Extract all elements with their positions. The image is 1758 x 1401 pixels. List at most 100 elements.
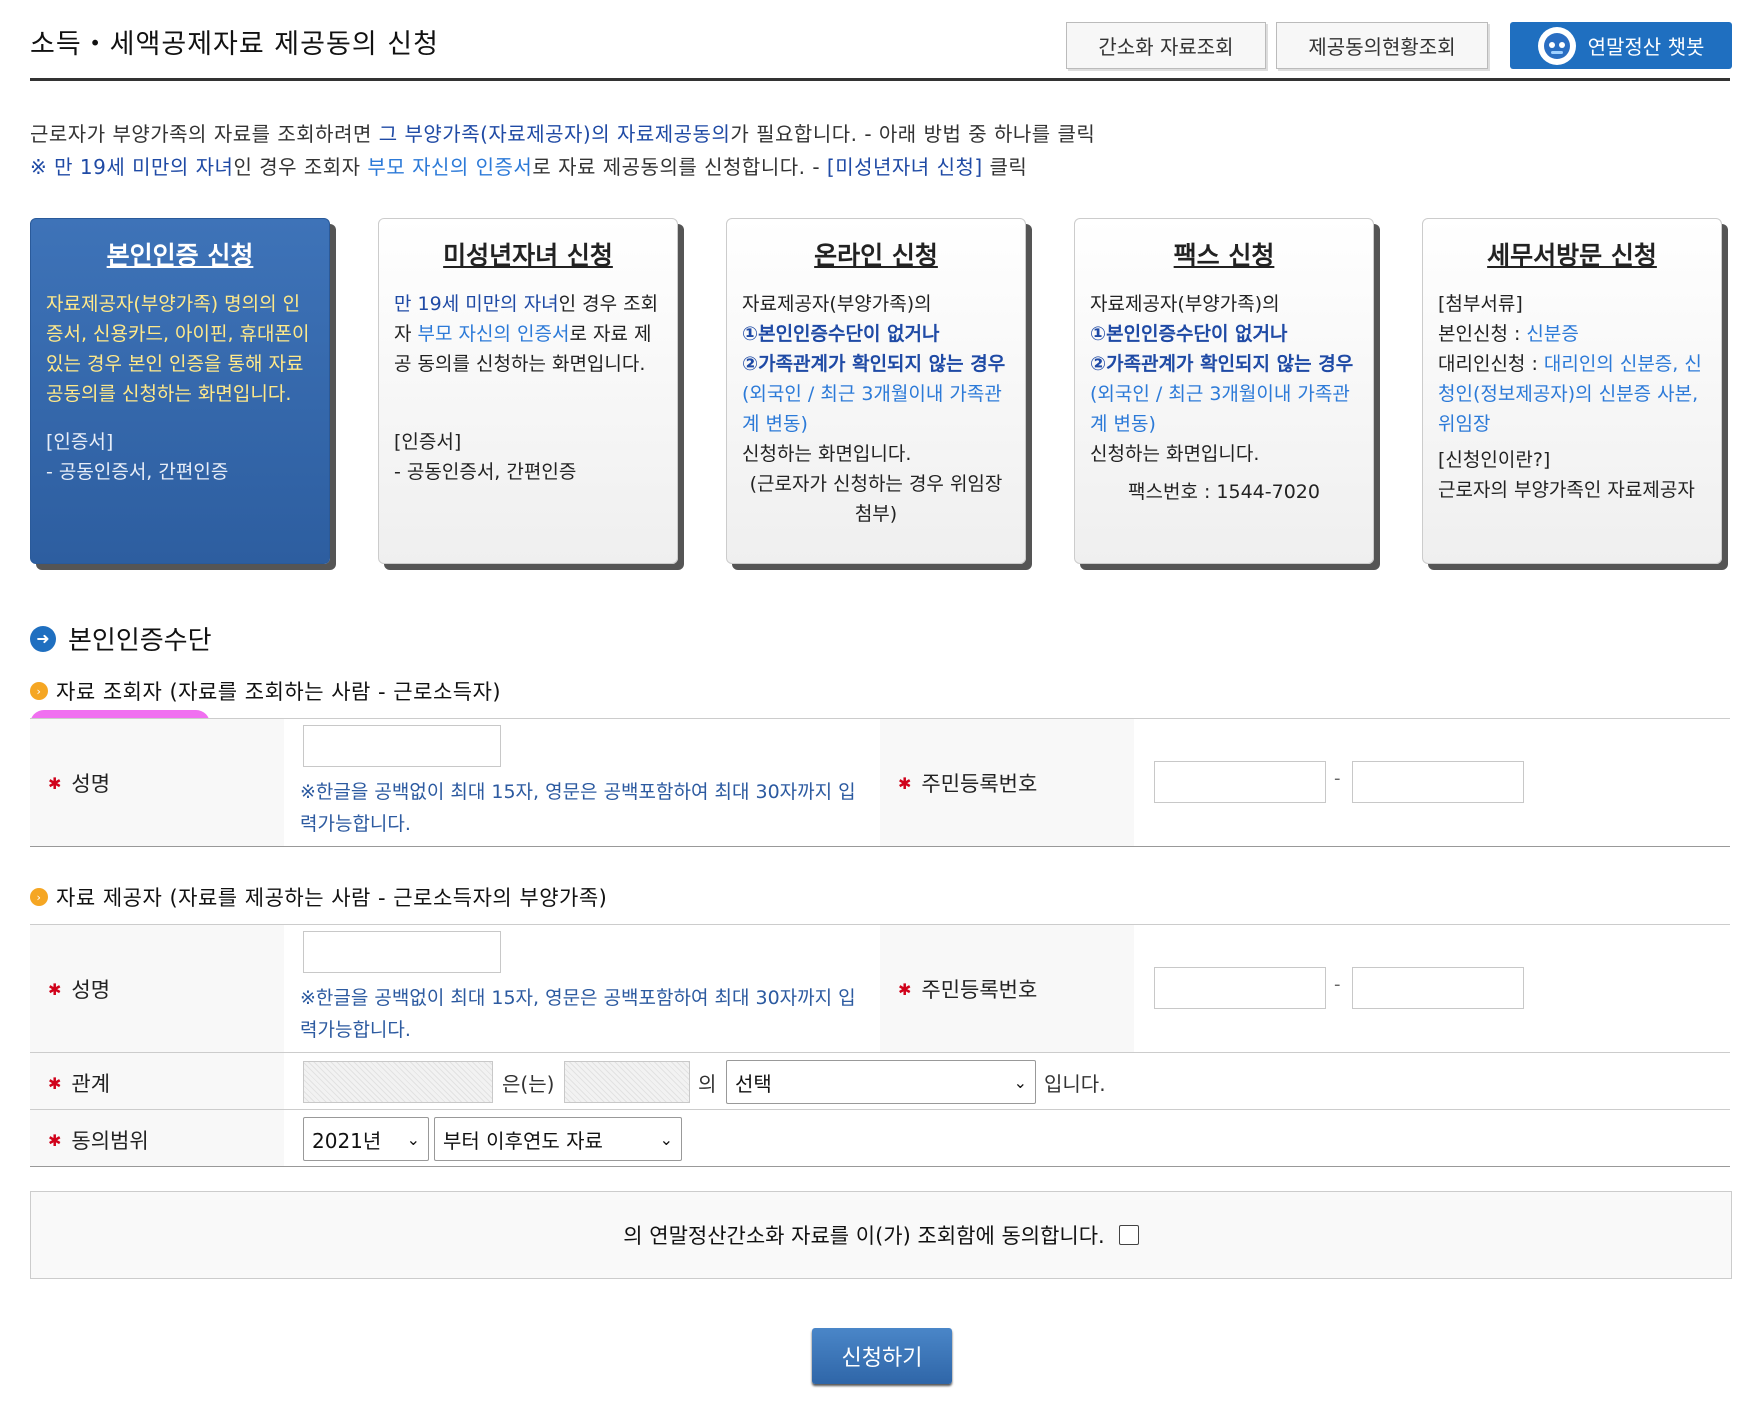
scope-range-select[interactable]: 부터 이후연도 자료 ⌄ [434,1117,682,1161]
viewer-name-note: ※한글을 공백없이 최대 15자, 영문은 공백포함하여 최대 30자까지 입력… [300,781,856,835]
card-desc-b: ①본인인증수단이 없거나 [742,323,940,345]
relation-connector-2: 의 [698,1072,717,1096]
card-title[interactable]: 미성년자녀 신청 [394,241,662,271]
required-star-icon: ✱ [48,1130,62,1150]
intro-line-2: ※ 만 19세 미만의 자녀인 경우 조회자 부모 자신의 인증서로 자료 제공… [30,151,1027,180]
chevron-down-icon: ⌄ [406,1129,420,1149]
submit-button[interactable]: 신청하기 [812,1328,952,1384]
label-text: 성명 [71,978,111,1002]
card-desc: 자료제공자(부양가족) 명의의 인증서, 신용카드, 아이핀, 휴대폰이 있는 … [46,293,310,405]
card-cert-label: [인증서] [46,431,114,453]
rrn-separator: - [1334,974,1341,995]
label-text: 주민등록번호 [921,772,1038,796]
row-divider [30,1109,1730,1110]
subtitle-text: 자료 제공자 (자료를 제공하는 사람 - 근로소득자의 부양가족) [56,886,608,910]
relation-select[interactable]: 선택 ⌄ [726,1060,1036,1104]
card-title[interactable]: 온라인 신청 [742,241,1010,271]
provider-name-note: ※한글을 공백없이 최대 15자, 영문은 공백포함하여 최대 30자까지 입력… [300,987,856,1041]
card-title[interactable]: 본인인증 신청 [46,241,314,271]
provider-rrn-front-input[interactable] [1154,967,1326,1009]
viewer-rrn-back-input[interactable] [1352,761,1524,803]
select-value: 2021년 [312,1128,382,1153]
page-title: 소득・세액공제자료 제공동의 신청 [30,29,439,60]
row-divider [30,1166,1730,1167]
viewer-rrn-front-input[interactable] [1154,761,1326,803]
intro-text: 클릭 [982,155,1028,179]
chevron-down-icon: ⌄ [1013,1072,1027,1092]
intro-line-1: 근로자가 부양가족의 자료를 조회하려면 그 부양가족(자료제공자)의 자료제공… [30,118,1095,147]
section-auth-title: ➜ 본인인증수단 [30,620,212,657]
card-desc-b: ①본인인증수단이 없거나 [1090,323,1288,345]
viewer-name-label: ✱ 성명 [48,768,110,798]
relation-end: 입니다. [1044,1072,1106,1096]
provider-rrn-label: ✱ 주민등록번호 [898,974,1037,1004]
relation-viewer-name-field [564,1061,690,1103]
card-cert-types: - 공동인증서, 간편인증 [394,461,577,483]
section-title-text: 본인인증수단 [68,626,212,656]
subtitle-text: 자료 조회자 (자료를 조회하는 사람 - 근로소득자) [56,680,502,704]
card-desc-highlight: 부모 자신의 인증서 [417,323,570,345]
viewer-name-input[interactable] [303,725,501,767]
required-star-icon: ✱ [48,773,62,793]
relation-label: ✱ 관계 [48,1068,110,1098]
arrow-circle-icon: ➜ [30,625,56,652]
viewer-rrn-label: ✱ 주민등록번호 [898,768,1037,798]
intro-text: 가 필요합니다. - 아래 방법 중 하나를 클릭 [730,122,1096,146]
card-title[interactable]: 팩스 신청 [1090,241,1358,271]
scope-label: ✱ 동의범위 [48,1125,149,1155]
card-desc-e: 신청하는 화면입니다. [742,443,912,465]
card-desc-a: 자료제공자(부양가족)의 [1090,293,1280,315]
card-cert-label: [인증서] [394,431,462,453]
card-desc-highlight: 만 19세 미만의 자녀 [394,293,559,315]
card-title[interactable]: 세무서방문 신청 [1438,241,1706,271]
agreement-checkbox[interactable] [1118,1225,1139,1245]
card-desc-e: 신청하는 화면입니다. [1090,443,1260,465]
card-desc-text: 본인신청 : [1438,323,1527,345]
required-star-icon: ✱ [898,979,912,999]
chevron-down-icon: ⌄ [659,1129,673,1149]
chatbot-icon [1537,26,1576,65]
card-desc-text: 대리인신청 : [1438,353,1544,375]
card-desc: 만 19세 미만의 자녀인 경우 조회자 부모 자신의 인증서로 자료 제공 동… [394,289,662,379]
intro-text: 로 자료 제공동의를 신청합니다. - [532,155,827,179]
card-who-label: [신청인이란?] [1438,449,1551,471]
provider-name-label: ✱ 성명 [48,974,110,1004]
card-tax-office-visit[interactable]: 세무서방문 신청 [첨부서류] 본인신청 : 신분증 대리인신청 : 대리인의 … [1422,218,1722,564]
simplified-lookup-button[interactable]: 간소화 자료조회 [1066,22,1266,69]
rrn-separator: - [1334,768,1341,789]
intro-text: 인 경우 조회자 [233,155,368,179]
agreement-box: 의 연말정산간소화 자료를 이(가) 조회함에 동의합니다. [30,1191,1732,1279]
provider-rrn-back-input[interactable] [1352,967,1524,1009]
scope-year-select[interactable]: 2021년 ⌄ [303,1117,429,1161]
label-text: 주민등록번호 [921,978,1038,1002]
card-cert-types: - 공동인증서, 간편인증 [46,461,229,483]
card-who-desc: 근로자의 부양가족인 자료제공자 [1438,479,1695,501]
provider-name-input[interactable] [303,931,501,973]
viewer-subtitle: › 자료 조회자 (자료를 조회하는 사람 - 근로소득자) [30,676,501,706]
card-self-docs: 본인신청 : 신분증 [1438,319,1706,349]
relation-connector-1: 은(는) [502,1072,555,1096]
card-online[interactable]: 온라인 신청 자료제공자(부양가족)의 ①본인인증수단이 없거나 ②가족관계가 … [726,218,1026,564]
select-value: 부터 이후연도 자료 [443,1128,603,1153]
intro-highlight: ※ 만 19세 미만의 자녀 [30,155,234,179]
required-star-icon: ✱ [898,773,912,793]
card-desc-highlight: ②가족관계가 확인되지 않는 경우 [1090,353,1354,375]
title-divider [30,78,1730,81]
label-text: 관계 [71,1072,111,1096]
fax-number: 팩스번호 : 1544-7020 [1128,481,1320,503]
consent-status-button[interactable]: 제공동의현황조회 [1276,22,1488,69]
card-minor[interactable]: 미성년자녀 신청 만 19세 미만의 자녀인 경우 조회자 부모 자신의 인증서… [378,218,678,564]
card-desc-f: (근로자가 신청하는 경우 위임장 첨부) [749,473,1003,525]
required-star-icon: ✱ [48,979,62,999]
card-self-auth[interactable]: 본인인증 신청 자료제공자(부양가족) 명의의 인증서, 신용카드, 아이핀, … [30,218,330,564]
row-divider [30,846,1730,847]
card-docs-label: [첨부서류] [1438,293,1523,315]
label-text: 성명 [71,772,111,796]
card-proxy-docs: 대리인신청 : 대리인의 신분증, 신청인(정보제공자)의 신분증 사본, 위임… [1438,349,1706,439]
provider-subtitle: › 자료 제공자 (자료를 제공하는 사람 - 근로소득자의 부양가족) [30,882,607,912]
minor-apply-link[interactable]: [미성년자녀 신청] [827,155,983,179]
card-desc-highlight: 신분증 [1526,323,1579,345]
card-fax[interactable]: 팩스 신청 자료제공자(부양가족)의 ①본인인증수단이 없거나 ②가족관계가 확… [1074,218,1374,564]
row-divider [30,1052,1730,1053]
chatbot-button[interactable]: 연말정산 챗봇 [1510,22,1732,69]
